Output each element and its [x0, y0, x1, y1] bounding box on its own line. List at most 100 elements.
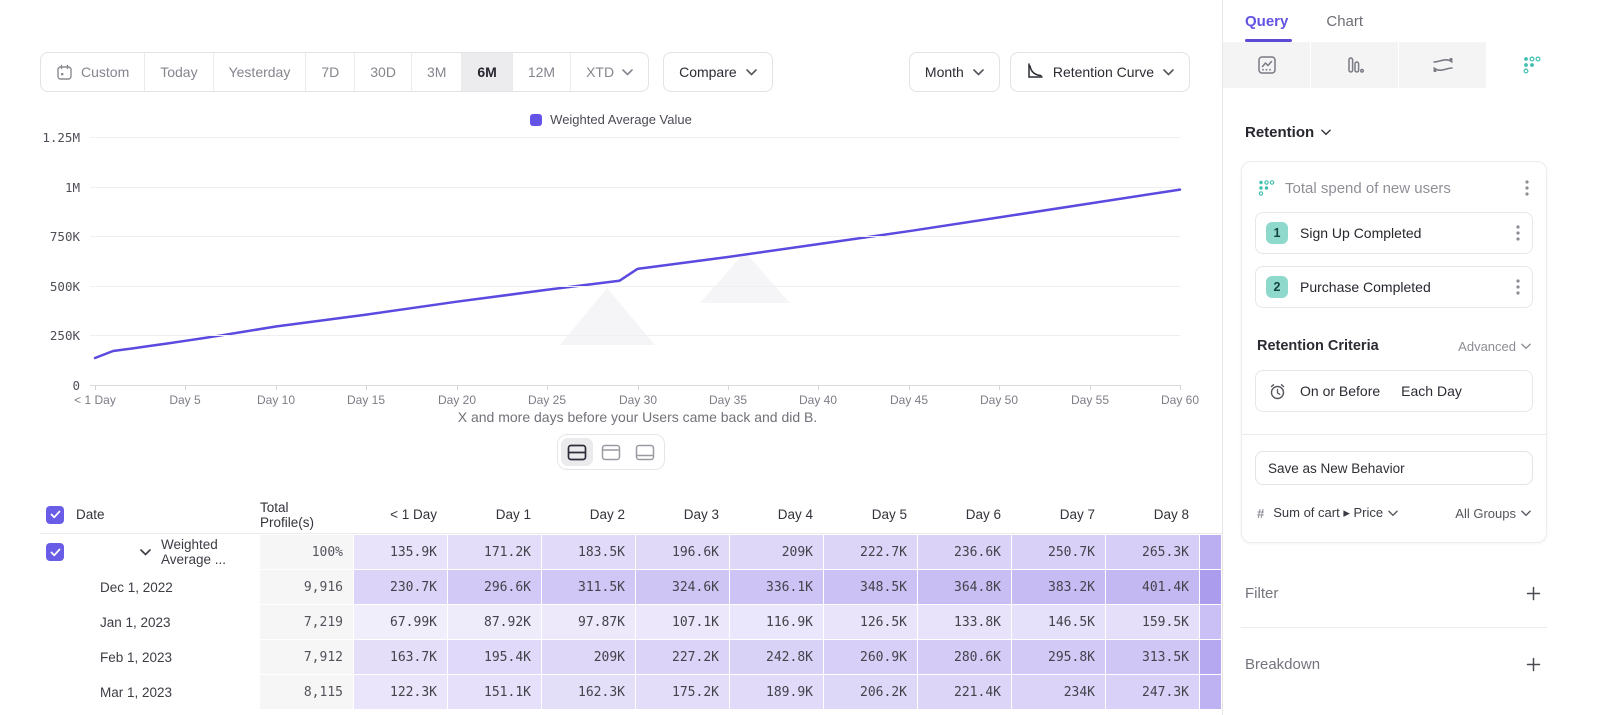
row-date-cell[interactable]: Weighted Average ... — [40, 535, 260, 569]
retention-curve-icon — [1026, 62, 1044, 83]
report-tab-flows[interactable] — [1399, 42, 1486, 88]
range-custom[interactable]: Custom — [41, 53, 145, 91]
value-cell: 171.2K — [448, 535, 541, 569]
value-cell: 87.92K — [448, 605, 541, 639]
row-date-cell[interactable]: Mar 1, 2023 — [40, 675, 260, 709]
x-axis-tickmark — [1180, 385, 1181, 390]
x-axis-tickmark — [728, 385, 729, 390]
value-cell: 221.4K — [918, 675, 1011, 709]
criteria-mode-dropdown[interactable]: Advanced — [1458, 339, 1531, 354]
range-label: 6M — [477, 64, 496, 80]
value-cell: 336.1K — [730, 570, 823, 604]
header-cell: Day 4 — [730, 496, 823, 533]
gridline — [90, 286, 1180, 287]
value-cell: 175.2K — [636, 675, 729, 709]
x-axis-tickmark — [547, 385, 548, 390]
view-toggle — [0, 434, 1222, 470]
x-axis-tick: Day 5 — [145, 393, 225, 407]
event-step-row[interactable]: 1Sign Up Completed — [1255, 212, 1533, 254]
add-breakdown-button[interactable] — [1526, 657, 1541, 672]
measure-property-dropdown[interactable]: Sum of cart ▸ Price — [1273, 505, 1398, 521]
groups-dropdown[interactable]: All Groups — [1455, 506, 1531, 521]
y-axis-tick: 1.25M — [0, 130, 80, 145]
legend-swatch — [530, 114, 542, 126]
retention-section-toggle[interactable]: Retention — [1245, 124, 1547, 141]
kebab-menu-icon[interactable] — [1523, 178, 1531, 198]
x-axis-tick: Day 60 — [1140, 393, 1220, 407]
split-view-button[interactable] — [561, 438, 593, 466]
step-number-badge: 2 — [1266, 276, 1288, 298]
retention-table: DateTotal Profile(s)< 1 DayDay 1Day 2Day… — [40, 496, 1222, 710]
value-cell: 196.6K — [636, 535, 729, 569]
range-today[interactable]: Today — [145, 53, 213, 91]
top-panel-view-button[interactable] — [595, 438, 627, 466]
range-3m[interactable]: 3M — [412, 53, 462, 91]
range-30d[interactable]: 30D — [355, 53, 412, 91]
report-tab-insights[interactable] — [1223, 42, 1310, 88]
header-cell: Day 7 — [1012, 496, 1105, 533]
timing-value: Each Day — [1401, 383, 1462, 399]
divider — [1241, 627, 1547, 628]
criteria-mode-label: Advanced — [1458, 339, 1516, 354]
range-6m[interactable]: 6M — [462, 53, 512, 91]
x-axis-tickmark — [457, 385, 458, 390]
behavior-card-header: Total spend of new users — [1255, 174, 1533, 200]
bottom-panel-view-icon — [635, 444, 655, 461]
range-xtd[interactable]: XTD — [571, 53, 648, 91]
range-12m[interactable]: 12M — [513, 53, 571, 91]
save-as-new-behavior-button[interactable]: Save as New Behavior — [1255, 451, 1533, 485]
expand-chevron-icon[interactable] — [140, 549, 151, 556]
header-label: Date — [76, 507, 105, 522]
table-row: Jan 1, 20237,21967.99K87.92K97.87K107.1K… — [40, 605, 1222, 639]
range-label: Yesterday — [229, 64, 291, 80]
header-date: Date — [40, 496, 260, 533]
x-axis-tick: Day 10 — [236, 393, 316, 407]
range-yesterday[interactable]: Yesterday — [214, 53, 307, 91]
gridline — [90, 335, 1180, 336]
breakdown-label: Breakdown — [1245, 656, 1320, 673]
x-axis-tick: < 1 Day — [55, 393, 135, 407]
kebab-menu-icon[interactable] — [1514, 277, 1522, 297]
value-cell: 162.3K — [542, 675, 635, 709]
chart-type-button[interactable]: Retention Curve — [1010, 52, 1190, 92]
tab-query[interactable]: Query — [1245, 13, 1288, 42]
bottom-panel-view-button[interactable] — [629, 438, 661, 466]
select-all-checkbox[interactable] — [46, 506, 64, 524]
compare-button[interactable]: Compare — [663, 52, 773, 92]
value-cell: 116.9K — [730, 605, 823, 639]
table-row: Feb 1, 20237,912163.7K195.4K209K227.2K24… — [40, 640, 1222, 674]
retention-curve-chart[interactable]: 1.25M1M750K500K250K0< 1 DayDay 5Day 10Da… — [0, 130, 1222, 430]
gridline — [90, 385, 1180, 386]
kebab-menu-icon[interactable] — [1514, 223, 1522, 243]
filter-label: Filter — [1245, 585, 1278, 602]
chart-legend[interactable]: Weighted Average Value — [0, 112, 1222, 127]
timing-selector[interactable]: On or Before Each Day — [1255, 370, 1533, 412]
granularity-button[interactable]: Month — [909, 52, 1000, 92]
value-cell: 265.3K — [1106, 535, 1199, 569]
criteria-label: Retention Criteria — [1257, 338, 1379, 354]
filter-row: Filter — [1241, 585, 1547, 602]
value-cell: 195.4K — [448, 640, 541, 674]
row-checkbox[interactable] — [46, 543, 64, 561]
watermark-triangle — [560, 288, 655, 345]
report-tab-funnels[interactable] — [1311, 42, 1398, 88]
chevron-down-icon — [1321, 129, 1331, 136]
add-filter-button[interactable] — [1526, 586, 1541, 601]
value-cell: 313.5K — [1106, 640, 1199, 674]
row-date-cell[interactable]: Feb 1, 2023 — [40, 640, 260, 674]
x-axis-tickmark — [185, 385, 186, 390]
retention-criteria-row: Retention Criteria Advanced — [1255, 338, 1533, 354]
step-number-badge: 1 — [1266, 222, 1288, 244]
report-tab-retention[interactable] — [1487, 42, 1574, 88]
range-7d[interactable]: 7D — [306, 53, 355, 91]
row-date-cell[interactable]: Dec 1, 2022 — [40, 570, 260, 604]
toolbar: CustomToday Yesterday 7D30D3M 6M 12MXTD Comp… — [40, 52, 1190, 92]
value-cell: 230.7K — [354, 570, 447, 604]
clipped-value-cell — [1200, 605, 1221, 639]
event-step-row[interactable]: 2 Purchase Completed — [1255, 266, 1533, 308]
tab-chart[interactable]: Chart — [1326, 13, 1363, 42]
breakdown-row: Breakdown — [1241, 656, 1547, 673]
divider — [1242, 434, 1546, 435]
row-date-cell[interactable]: Jan 1, 2023 — [40, 605, 260, 639]
event-name: Purchase Completed — [1300, 279, 1502, 295]
